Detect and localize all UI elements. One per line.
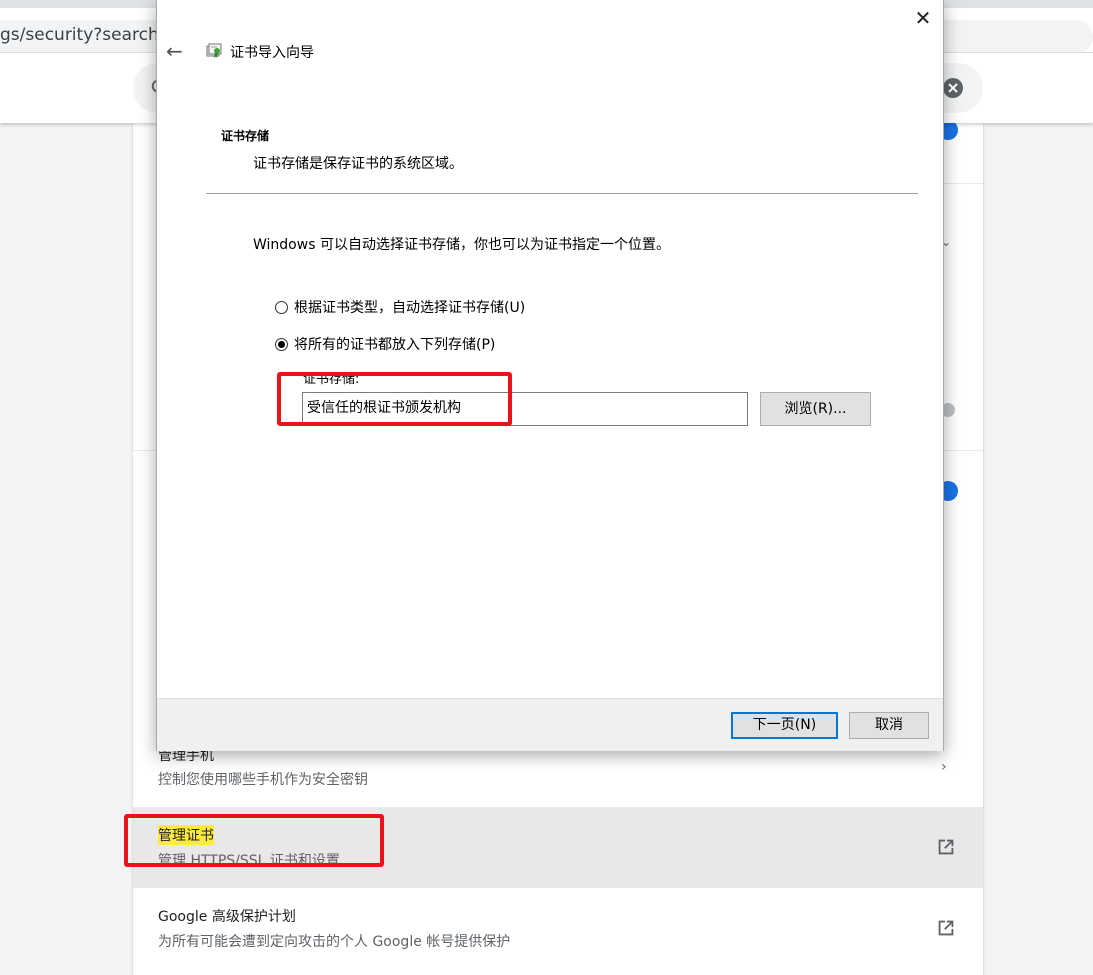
store-label: 证书存储: [303, 372, 360, 387]
open-external-icon[interactable] [935, 917, 957, 939]
certificate-import-wizard: ✕ ← 证书导入向导 证书存储 证书存储是保存证书的系统区域。 Windows … [156, 0, 944, 751]
open-external-icon[interactable] [935, 836, 957, 858]
cancel-button[interactable]: 取消 [849, 712, 929, 739]
chevron-right-icon: › [941, 759, 947, 775]
section-title: 证书存储 [221, 129, 270, 143]
radio-button-checked[interactable] [275, 337, 288, 351]
section-description: 证书存储是保存证书的系统区域。 [253, 156, 463, 172]
back-arrow-icon[interactable]: ← [166, 39, 186, 63]
dialog-footer: 下一页(N) 取消 [157, 698, 943, 751]
row-subtitle: 控制您使用哪些手机作为安全密钥 [158, 772, 368, 788]
radio-auto-select-store[interactable]: 根据证书类型，自动选择证书存储(U) [275, 297, 525, 317]
close-button[interactable]: ✕ [909, 4, 937, 32]
header-divider [206, 193, 918, 194]
dialog-title: 证书导入向导 [230, 45, 314, 61]
manage-certificates-row[interactable]: 管理证书 管理 HTTPS/SSL 证书和设置 [133, 808, 983, 887]
row-subtitle: 为所有可能会遭到定向攻击的个人 Google 帐号提供保护 [158, 934, 511, 950]
row-subtitle: 管理 HTTPS/SSL 证书和设置 [158, 853, 340, 869]
address-bar-url[interactable]: gs/security?search= [0, 25, 173, 45]
radio-button[interactable] [275, 300, 288, 314]
certificate-icon [206, 43, 222, 58]
clear-search-icon[interactable] [941, 76, 965, 100]
radio-label: 将所有的证书都放入下列存储(P) [294, 337, 496, 353]
browse-button[interactable]: 浏览(R)... [760, 392, 871, 426]
certificate-store-field[interactable]: 受信任的根证书颁发机构 [302, 392, 748, 426]
radio-label: 根据证书类型，自动选择证书存储(U) [294, 300, 526, 316]
next-button[interactable]: 下一页(N) [731, 712, 838, 739]
row-title: 管理证书 [158, 825, 214, 845]
row-title: Google 高级保护计划 [158, 909, 296, 925]
radio-place-in-store[interactable]: 将所有的证书都放入下列存储(P) [275, 334, 495, 354]
advanced-protection-row[interactable]: Google 高级保护计划 为所有可能会遭到定向攻击的个人 Google 帐号提… [133, 888, 983, 972]
intro-text: Windows 可以自动选择证书存储，你也可以为证书指定一个位置。 [253, 237, 670, 253]
